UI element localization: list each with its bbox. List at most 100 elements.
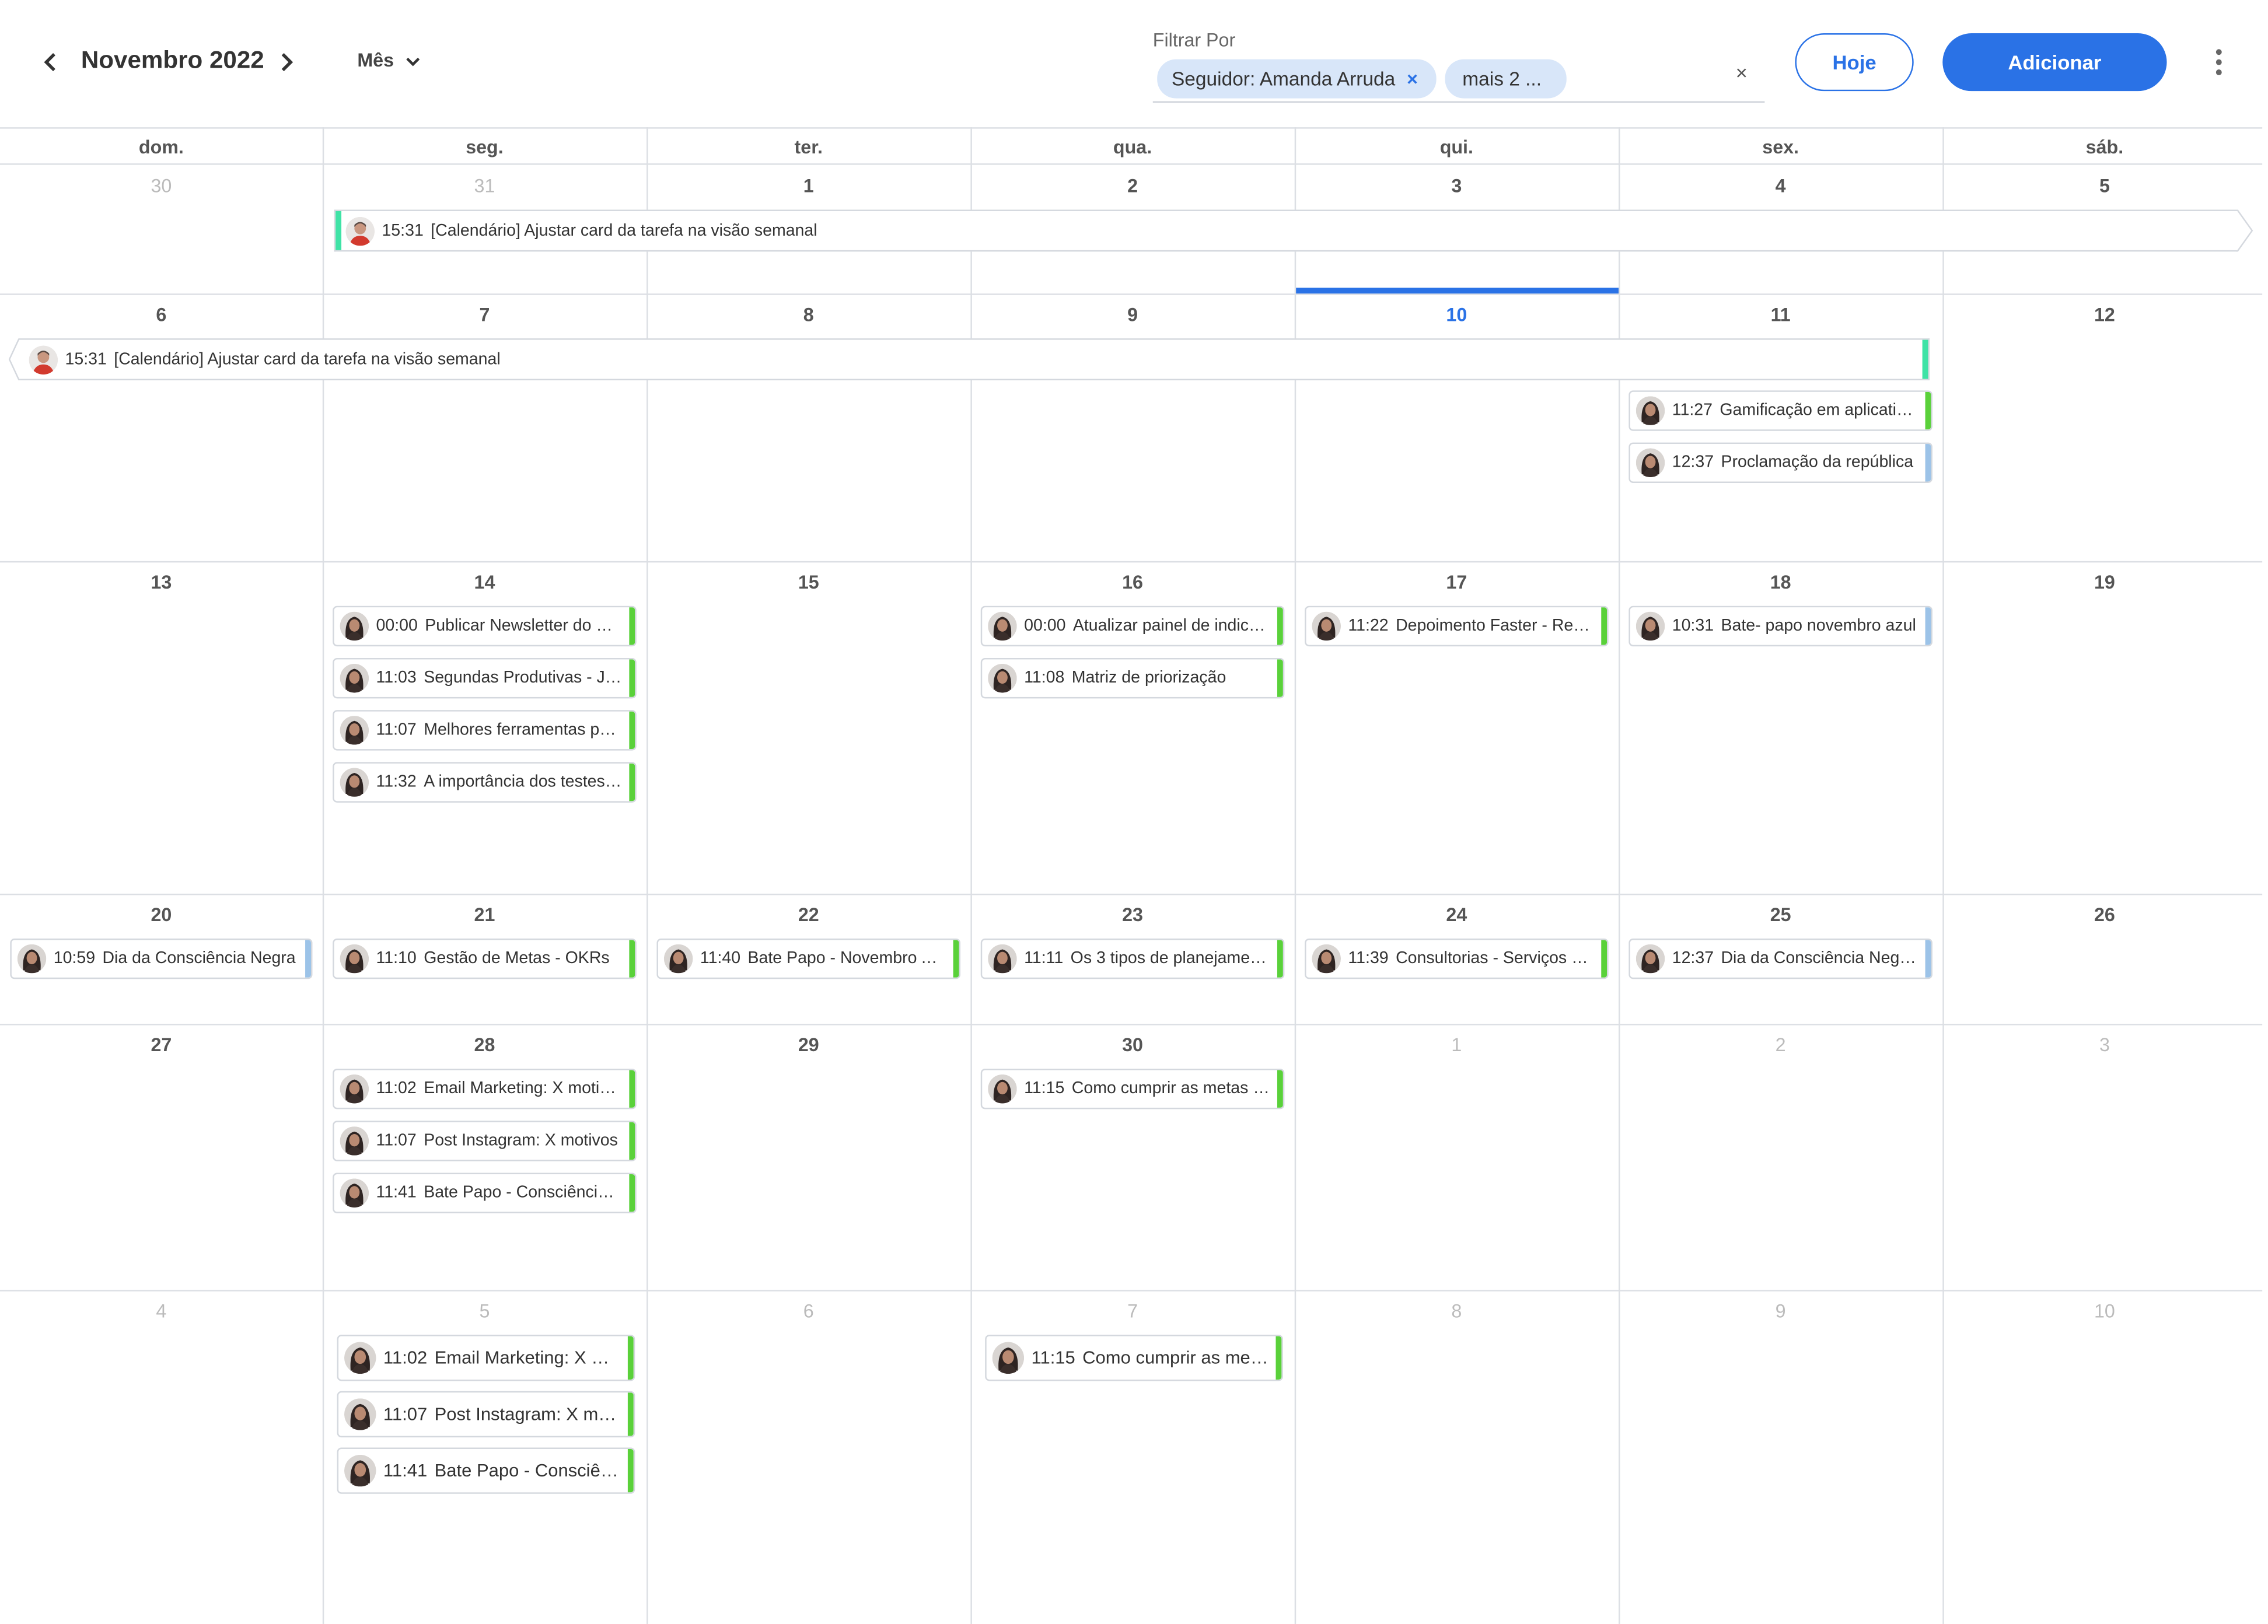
day-number[interactable]: 8 [765, 304, 852, 326]
calendar-event[interactable]: 00:00 Publicar Newsletter do Mês [333, 606, 637, 647]
day-number[interactable]: 28 [441, 1034, 528, 1055]
multi-day-event[interactable]: 15:31 [Calendário] Ajustar card da tarefa… [8, 338, 1930, 380]
calendar-event[interactable]: 11:02 Email Marketing: X motivos [337, 1335, 635, 1381]
day-number[interactable]: 8 [1413, 1300, 1500, 1322]
day-number[interactable]: 2 [1737, 1034, 1824, 1055]
calendar-event[interactable]: 12:37 Dia da Consciência Negra - Feriado [1629, 938, 1932, 979]
calendar-event[interactable]: 10:59 Dia da Consciência Negra [10, 938, 313, 979]
event-title: Depoimento Faster - Rebeca [1396, 617, 1607, 635]
day-number[interactable]: 5 [441, 1300, 528, 1322]
day-cell[interactable] [970, 293, 1294, 561]
day-number[interactable]: 10 [2061, 1300, 2148, 1322]
day-number[interactable]: 21 [441, 904, 528, 925]
calendar-event[interactable]: 11:08 Matriz de priorização [980, 657, 1285, 699]
calendar-event[interactable]: 12:37 Proclamação da república [1629, 442, 1932, 483]
day-number[interactable]: 18 [1737, 571, 1824, 593]
calendar-event[interactable]: 11:10 Gestão de Metas - OKRs [333, 938, 637, 979]
day-number[interactable]: 11 [1737, 304, 1824, 326]
add-button[interactable]: Adicionar [1942, 33, 2167, 92]
day-cell[interactable] [1942, 1024, 2266, 1290]
calendar-event[interactable]: 11:15 Como cumprir as metas de vendas [985, 1335, 1283, 1381]
previous-month-button[interactable] [33, 43, 68, 80]
filter-chip-follower[interactable]: Seguidor: Amanda Arruda × [1157, 59, 1437, 99]
more-options-icon[interactable] [2207, 46, 2231, 78]
day-number[interactable]: 6 [765, 1300, 852, 1322]
day-number[interactable]: 15 [765, 571, 852, 593]
calendar-event[interactable]: 11:03 Segundas Produtivas - Já conhece? [333, 657, 637, 699]
calendar-event[interactable]: 11:02 Email Marketing: X motivos [333, 1068, 637, 1110]
day-number[interactable]: 4 [1737, 175, 1824, 197]
day-number[interactable]: 16 [1089, 571, 1176, 593]
clear-filter-icon[interactable]: × [1730, 60, 1753, 86]
day-number[interactable]: 14 [441, 571, 528, 593]
day-number[interactable]: 17 [1413, 571, 1500, 593]
next-month-button[interactable] [269, 43, 303, 80]
day-number-today[interactable]: 10 [1413, 304, 1500, 326]
day-number[interactable]: 3 [1413, 175, 1500, 197]
day-cell[interactable] [0, 1024, 323, 1290]
day-number[interactable]: 2 [1089, 175, 1176, 197]
today-button[interactable]: Hoje [1795, 33, 1914, 92]
day-cell[interactable] [0, 293, 323, 561]
day-cell[interactable] [1942, 561, 2266, 894]
chip-remove-icon[interactable]: × [1407, 68, 1418, 90]
day-number[interactable]: 26 [2061, 904, 2148, 925]
calendar-event[interactable]: 10:31 Bate- papo novembro azul [1629, 606, 1932, 647]
day-cell[interactable] [323, 293, 646, 561]
calendar-event[interactable]: 11:41 Bate Papo - Consciência Negra [337, 1447, 635, 1494]
day-number[interactable]: 24 [1413, 904, 1500, 925]
day-cell[interactable] [1619, 1290, 1942, 1624]
day-cell[interactable] [1295, 1290, 1619, 1624]
view-mode-select[interactable]: Mês [357, 49, 421, 71]
calendar-event[interactable]: 11:07 Post Instagram: X motivos [333, 1121, 637, 1161]
calendar-event[interactable]: 11:11 Os 3 tipos de planejamento [980, 938, 1285, 979]
day-number[interactable]: 30 [1089, 1034, 1176, 1055]
day-cell[interactable] [1619, 1024, 1942, 1290]
multi-day-event[interactable]: 15:31 [Calendário] Ajustar card da tarefa… [334, 209, 2253, 252]
calendar-event[interactable]: 11:27 Gamificação em aplicativos [1629, 390, 1932, 431]
day-number[interactable]: 3 [2061, 1034, 2148, 1055]
day-number[interactable]: 13 [118, 571, 205, 593]
filter-field[interactable]: Seguidor: Amanda Arruda × mais 2 ... [1152, 58, 1765, 103]
day-number[interactable]: 29 [765, 1034, 852, 1055]
day-cell[interactable] [1295, 293, 1619, 561]
day-number[interactable]: 4 [118, 1300, 205, 1322]
day-number[interactable]: 25 [1737, 904, 1824, 925]
day-number[interactable]: 9 [1089, 304, 1176, 326]
day-cell[interactable] [1942, 1290, 2266, 1624]
filter-chip-more[interactable]: mais 2 ... [1445, 59, 1567, 99]
day-number[interactable]: 12 [2061, 304, 2148, 326]
calendar-event[interactable]: 11:40 Bate Papo - Novembro Azul [656, 938, 961, 979]
calendar-event[interactable]: 11:07 Melhores ferramentas para gestão [333, 710, 637, 751]
day-cell[interactable] [970, 1024, 1294, 1290]
calendar-event[interactable]: 11:22 Depoimento Faster - Rebeca [1305, 606, 1609, 647]
day-cell[interactable] [646, 561, 970, 894]
day-number[interactable]: 5 [2061, 175, 2148, 197]
day-number[interactable]: 27 [118, 1034, 205, 1055]
day-number[interactable]: 31 [441, 175, 528, 197]
day-number[interactable]: 1 [765, 175, 852, 197]
day-number[interactable]: 7 [441, 304, 528, 326]
day-cell[interactable] [1295, 1024, 1619, 1290]
calendar-event[interactable]: 00:00 Atualizar painel de indicadores [980, 606, 1285, 647]
day-number[interactable]: 9 [1737, 1300, 1824, 1322]
calendar-event[interactable]: 11:07 Post Instagram: X motivos [337, 1391, 635, 1438]
day-number[interactable]: 22 [765, 904, 852, 925]
calendar-event[interactable]: 11:32 A importância dos testes de softwar… [333, 762, 637, 803]
day-cell[interactable] [646, 293, 970, 561]
day-cell[interactable] [0, 561, 323, 894]
calendar-event[interactable]: 11:39 Consultorias - Serviços Fast [1305, 938, 1609, 979]
day-number[interactable]: 20 [118, 904, 205, 925]
day-number[interactable]: 19 [2061, 571, 2148, 593]
calendar-event[interactable]: 11:41 Bate Papo - Consciência Negra [333, 1172, 637, 1213]
day-number[interactable]: 30 [118, 175, 205, 197]
day-number[interactable]: 23 [1089, 904, 1176, 925]
day-cell[interactable] [1942, 293, 2266, 561]
day-number[interactable]: 6 [118, 304, 205, 326]
day-number[interactable]: 7 [1089, 1300, 1176, 1322]
calendar-event[interactable]: 11:15 Como cumprir as metas de vendas [980, 1068, 1285, 1110]
day-cell[interactable] [0, 1290, 323, 1624]
day-number[interactable]: 1 [1413, 1034, 1500, 1055]
day-cell[interactable] [646, 1290, 970, 1624]
day-cell[interactable] [646, 1024, 970, 1290]
